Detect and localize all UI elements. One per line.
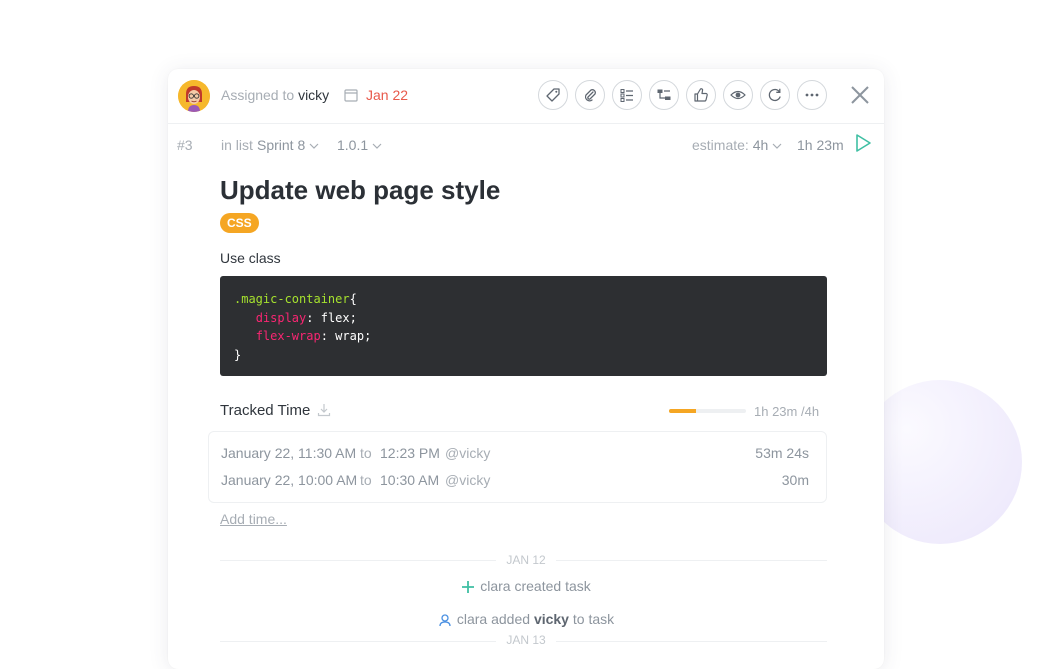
task-meta-row: #3 in list Sprint 8 1.0.1 estimate: 4h 1…	[168, 133, 884, 155]
entry-duration: 30m	[781, 472, 809, 488]
day-label: JAN 12	[168, 553, 884, 567]
assignee-name: vicky	[298, 87, 330, 103]
chevron-down-icon	[372, 143, 382, 150]
entry-user: @vicky	[445, 472, 491, 488]
entry-end: 10:30 AM	[380, 472, 440, 488]
thumbs-up-icon	[694, 88, 708, 102]
code-property: flex-wrap	[255, 329, 321, 343]
subtask-icon	[657, 89, 671, 100]
activity-suffix: to task	[572, 611, 615, 627]
list-dropdown[interactable]: Sprint 8	[257, 137, 319, 153]
repeat-icon	[768, 88, 781, 102]
tracked-time-heading: Tracked Time	[220, 402, 311, 419]
code-value: wrap;	[335, 329, 372, 343]
code-close-brace: }	[234, 347, 242, 362]
calendar-icon[interactable]	[344, 88, 358, 102]
task-toolbar: Assigned to vicky Jan 22	[168, 69, 884, 124]
plus-icon	[462, 581, 475, 593]
task-description[interactable]: Use class	[220, 250, 281, 266]
code-value: flex;	[320, 310, 357, 325]
assignee-field[interactable]: Assigned to vicky	[221, 87, 329, 103]
version-dropdown[interactable]: 1.0.1	[337, 137, 382, 153]
list-prefix: in list	[221, 137, 253, 153]
due-date[interactable]: Jan 22	[366, 87, 408, 103]
activity-text: clara added	[456, 611, 531, 627]
time-entry[interactable]: January 22, 10:00 AM to 10:30 AM @vicky …	[221, 470, 816, 492]
eye-icon	[730, 90, 746, 100]
activity-target: vicky	[533, 611, 569, 627]
day-label: JAN 13	[168, 633, 884, 647]
play-timer-icon[interactable]	[854, 133, 872, 153]
checklist-button[interactable]	[612, 80, 642, 110]
repeat-button[interactable]	[760, 80, 790, 110]
entry-start: January 22, 10:00 AM	[221, 472, 358, 488]
entry-start: January 22, 11:30 AM	[221, 445, 357, 461]
time-entries-list: January 22, 11:30 AM to 12:23 PM @vicky …	[208, 431, 827, 503]
estimate-dropdown[interactable]: estimate: 4h	[692, 137, 782, 153]
activity-item: clara created task	[168, 578, 884, 594]
entry-user: @vicky	[445, 445, 491, 461]
entry-end: 12:23 PM	[380, 445, 440, 461]
code-open-brace: {	[349, 292, 357, 306]
task-detail-panel: Assigned to vicky Jan 22 #3 in list Spri…	[168, 69, 884, 669]
tracked-vs-estimate: 1h 23m /4h	[754, 404, 820, 419]
day-label-text: JAN 13	[496, 633, 556, 647]
task-title[interactable]: Update web page style	[220, 175, 500, 206]
tracked-progress-bar	[669, 409, 746, 413]
entry-to: to	[360, 445, 372, 461]
tag-badge[interactable]: CSS	[220, 213, 259, 233]
chevron-down-icon	[309, 143, 319, 150]
activity-text: clara created task	[480, 578, 591, 594]
entry-to: to	[360, 472, 372, 488]
add-time-link[interactable]: Add time...	[220, 511, 287, 527]
user-icon	[439, 614, 451, 627]
download-icon[interactable]	[317, 403, 331, 417]
close-icon[interactable]	[850, 85, 870, 105]
task-number: #3	[177, 137, 193, 153]
checklist-icon	[620, 89, 633, 102]
attachment-icon	[584, 89, 596, 102]
code-property: display	[255, 310, 307, 325]
attachment-button[interactable]	[575, 80, 605, 110]
tag-button[interactable]	[538, 80, 568, 110]
tracked-total: 1h 23m	[797, 137, 844, 153]
code-selector: .magic-container	[234, 292, 350, 306]
list-name: Sprint 8	[257, 137, 306, 153]
more-icon	[805, 93, 819, 97]
time-entry[interactable]: January 22, 11:30 AM to 12:23 PM @vicky …	[221, 443, 816, 465]
more-button[interactable]	[797, 80, 827, 110]
code-block: .magic-container{ display: flex; flex-wr…	[220, 276, 827, 376]
chevron-down-icon	[772, 143, 782, 150]
tag-icon	[546, 88, 560, 102]
version-name: 1.0.1	[337, 137, 369, 153]
user-avatar-icon[interactable]	[178, 80, 210, 112]
subtask-button[interactable]	[649, 80, 679, 110]
like-button[interactable]	[686, 80, 716, 110]
entry-duration: 53m 24s	[755, 445, 809, 461]
estimate-value: 4h	[752, 137, 769, 153]
progress-fill	[669, 409, 696, 413]
estimate-label: estimate:	[692, 137, 749, 153]
activity-item: clara added vicky to task	[168, 611, 884, 627]
watch-button[interactable]	[723, 80, 753, 110]
assigned-prefix: Assigned to	[221, 87, 295, 103]
day-label-text: JAN 12	[496, 553, 556, 567]
